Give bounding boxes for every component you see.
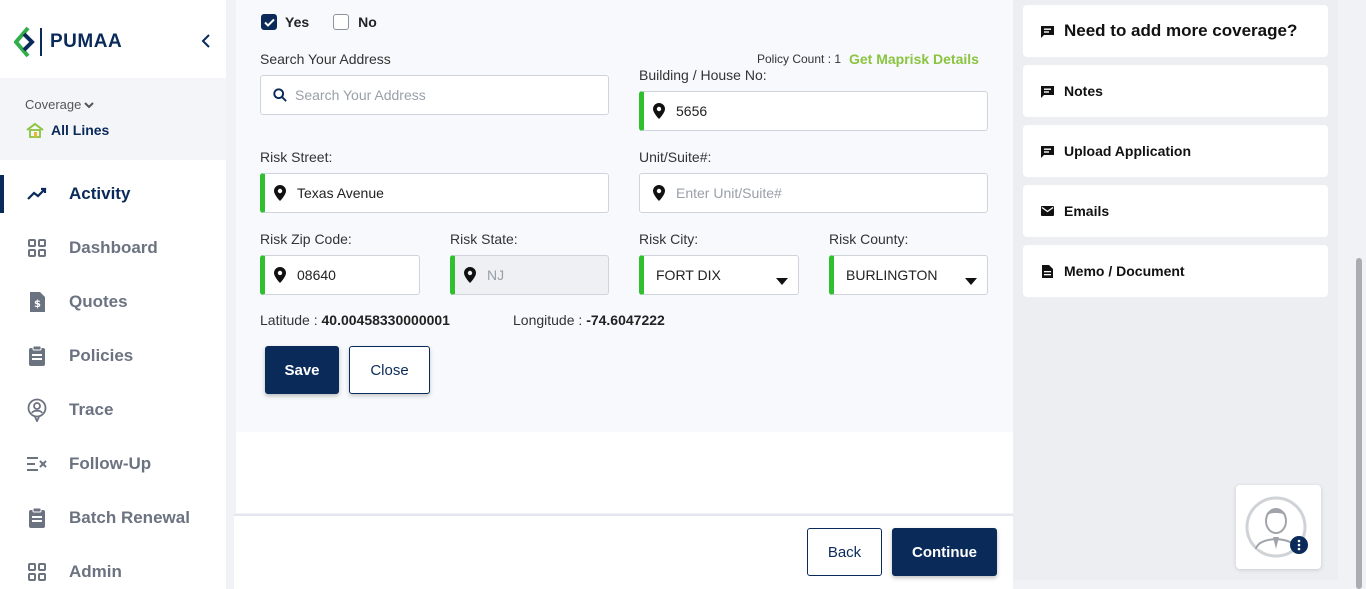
sidebar-nav: Activity Dashboard $ Quotes Policies Tra… — [0, 167, 226, 589]
location-pin-icon — [652, 103, 666, 119]
longitude: Longitude : -74.6047222 — [513, 312, 665, 328]
unit-label: Unit/Suite#: — [639, 149, 712, 165]
add-coverage-card[interactable]: Need to add more coverage? — [1023, 5, 1328, 57]
building-value: 5656 — [676, 103, 708, 119]
clipboard-icon — [26, 507, 48, 529]
house-icon — [26, 122, 44, 138]
sidebar-item-label: Follow-Up — [69, 454, 152, 473]
county-value: BURLINGTON — [846, 267, 938, 283]
building-input[interactable]: 5656 — [639, 91, 988, 131]
zip-input[interactable]: 08640 — [260, 255, 420, 295]
county-label: Risk County: — [829, 231, 909, 247]
yes-label: Yes — [285, 14, 310, 30]
brand-logo[interactable]: PUMAA — [14, 24, 122, 60]
sidebar-item-admin[interactable]: Admin — [0, 545, 226, 589]
get-maprisk-details-link[interactable]: Get Maprisk Details — [849, 51, 979, 67]
pumaa-logo-icon — [14, 26, 42, 58]
sidebar-item-label: Policies — [69, 346, 134, 365]
brand-name: PUMAA — [50, 31, 123, 52]
collapse-sidebar-button[interactable] — [196, 30, 216, 52]
upload-application-card[interactable]: Upload Application — [1023, 125, 1328, 177]
no-label: No — [358, 14, 377, 30]
sidebar: PUMAA Coverage All Lines Activity Dashbo… — [0, 0, 226, 589]
grid-icon — [26, 237, 48, 259]
sidebar-item-label: Admin — [69, 562, 122, 581]
street-input[interactable]: Texas Avenue — [260, 173, 609, 213]
city-select[interactable]: FORT DIX — [639, 255, 799, 295]
notes-card[interactable]: Notes — [1023, 65, 1328, 117]
sidebar-item-follow-up[interactable]: Follow-Up — [0, 437, 226, 491]
longitude-value: -74.6047222 — [586, 312, 665, 328]
no-checkbox[interactable] — [333, 14, 350, 30]
chat-icon — [1040, 85, 1054, 98]
zip-value: 08640 — [297, 267, 336, 283]
main-content-spacer — [236, 432, 1013, 513]
yes-no-options: Yes No — [261, 14, 377, 30]
sidebar-item-trace[interactable]: Trace — [0, 383, 226, 437]
zip-label: Risk Zip Code: — [260, 231, 352, 247]
location-pin-icon — [652, 185, 666, 201]
policy-count: Policy Count : 1 — [757, 52, 842, 66]
county-select[interactable]: BURLINGTON — [829, 255, 988, 295]
state-input: NJ — [450, 255, 609, 295]
city-value: FORT DIX — [656, 267, 721, 283]
chevron-down-icon — [84, 101, 95, 108]
city-label: Risk City: — [639, 231, 699, 247]
grid-icon — [26, 561, 48, 583]
close-button[interactable]: Close — [349, 346, 430, 394]
sidebar-item-label: Activity — [69, 184, 131, 203]
back-button[interactable]: Back — [807, 528, 882, 576]
chat-icon — [1040, 25, 1054, 38]
search-address-input[interactable]: Search Your Address — [260, 75, 609, 115]
coverage-selector[interactable]: Coverage All Lines — [0, 78, 226, 160]
trace-icon — [26, 398, 48, 422]
sidebar-item-policies[interactable]: Policies — [0, 329, 226, 383]
location-pin-icon — [273, 185, 287, 201]
assistant-widget[interactable] — [1236, 485, 1321, 569]
coverage-value: All Lines — [25, 122, 109, 138]
save-button[interactable]: Save — [265, 346, 339, 394]
building-label: Building / House No: — [639, 67, 767, 83]
sidebar-item-activity[interactable]: Activity — [0, 167, 226, 221]
sidebar-item-label: Quotes — [69, 292, 128, 311]
latitude: Latitude : 40.00458330000001 — [260, 312, 450, 328]
sidebar-item-dashboard[interactable]: Dashboard — [0, 221, 226, 275]
street-value: Texas Avenue — [297, 185, 384, 201]
yes-checkbox[interactable] — [261, 14, 277, 30]
page-scrollbar[interactable] — [1356, 258, 1362, 589]
document-icon — [1040, 264, 1054, 278]
emails-card[interactable]: Emails — [1023, 185, 1328, 237]
continue-button[interactable]: Continue — [892, 528, 997, 576]
unit-placeholder: Enter Unit/Suite# — [676, 185, 782, 201]
agent-avatar-icon — [1245, 496, 1308, 558]
unit-input[interactable]: Enter Unit/Suite# — [639, 173, 988, 213]
mail-icon — [1040, 206, 1054, 216]
chat-icon — [1040, 145, 1054, 158]
follow-up-icon — [26, 453, 48, 475]
location-pin-icon — [463, 267, 477, 283]
dollar-doc-icon: $ — [26, 291, 48, 313]
caret-down-icon — [776, 272, 788, 288]
chevron-left-icon — [201, 34, 210, 48]
sidebar-item-label: Trace — [69, 400, 114, 419]
sidebar-item-batch-renewal[interactable]: Batch Renewal — [0, 491, 226, 545]
sidebar-item-label: Batch Renewal — [69, 508, 190, 527]
state-label: Risk State: — [450, 231, 518, 247]
sidebar-item-label: Dashboard — [69, 238, 158, 257]
caret-down-icon — [965, 272, 977, 288]
location-pin-icon — [273, 267, 287, 283]
search-icon — [273, 87, 287, 103]
state-value: NJ — [487, 267, 505, 283]
trend-icon — [26, 183, 48, 205]
clipboard-icon — [26, 345, 48, 367]
street-label: Risk Street: — [260, 149, 333, 165]
sidebar-item-quotes[interactable]: $ Quotes — [0, 275, 226, 329]
svg-text:$: $ — [34, 299, 41, 310]
memo-document-card[interactable]: Memo / Document — [1023, 245, 1328, 297]
search-address-placeholder: Search Your Address — [295, 87, 426, 103]
check-icon — [263, 18, 275, 27]
search-address-label: Search Your Address — [260, 51, 391, 67]
latitude-value: 40.00458330000001 — [321, 312, 450, 328]
coverage-label: Coverage — [25, 97, 95, 112]
